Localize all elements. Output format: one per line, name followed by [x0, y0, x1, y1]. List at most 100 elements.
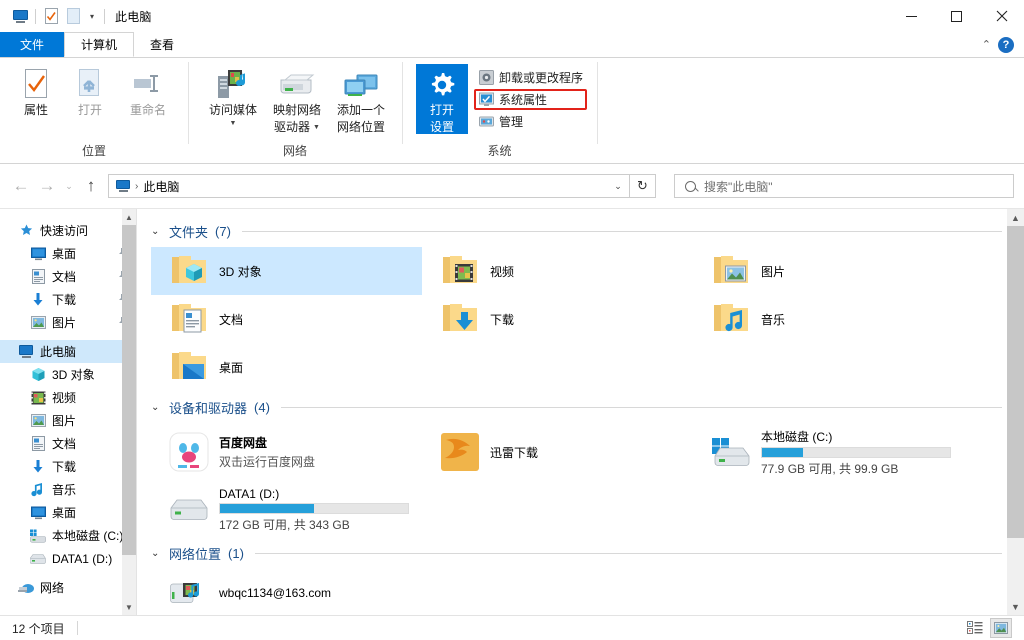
sidebar-item-downloads-qa[interactable]: 下载 — [0, 288, 136, 311]
list-item[interactable]: DATA1 (D:) 172 GB 可用, 共 343 GB — [151, 481, 422, 539]
uninstall-program-label: 卸载或更改程序 — [499, 71, 584, 85]
maximize-button[interactable] — [934, 0, 979, 32]
add-network-location-button[interactable]: 添加一个 网络位置 — [330, 64, 392, 134]
large-icons-view-button[interactable] — [990, 618, 1012, 638]
search-input[interactable]: 搜索"此电脑" — [674, 174, 1014, 198]
search-icon — [685, 180, 696, 192]
sidebar-item-data1-d[interactable]: DATA1 (D:) — [0, 547, 136, 570]
forward-button[interactable]: → — [34, 173, 60, 199]
list-item[interactable]: 本地磁盘 (C:) 77.9 GB 可用, 共 99.9 GB — [693, 423, 964, 481]
list-item[interactable]: 迅雷下载 — [422, 423, 693, 481]
list-item[interactable]: 音乐 — [693, 295, 964, 343]
chevron-down-icon[interactable]: ⌄ — [151, 226, 162, 237]
list-item[interactable]: 文档 — [151, 295, 422, 343]
sidebar-item-quick-access[interactable]: 快速访问 — [0, 219, 136, 242]
breadcrumb-current[interactable]: 此电脑 — [143, 178, 179, 195]
uninstall-program-button[interactable]: 卸载或更改程序 — [474, 67, 587, 88]
caption-buttons — [889, 0, 1024, 32]
sidebar-item-downloads[interactable]: 下载 — [0, 455, 136, 478]
system-commands-list: 卸载或更改程序 系统属性 管理 — [474, 64, 588, 132]
ribbon-group-network-label: 网络 — [282, 144, 307, 158]
group-header-network-locations[interactable]: ⌄ 网络位置 (1) — [151, 541, 1024, 565]
sidebar-scroll-track[interactable] — [122, 225, 136, 599]
list-item[interactable]: wbqc1134@163.com — [151, 569, 422, 615]
up-button[interactable]: ↑ — [78, 173, 104, 199]
group-count: (1) — [228, 545, 244, 561]
sidebar-item-desktop[interactable]: 桌面 — [0, 501, 136, 524]
chevron-down-icon[interactable]: ▼ — [230, 120, 237, 127]
open-icon — [76, 68, 104, 100]
sidebar-item-documents[interactable]: 文档 — [0, 432, 136, 455]
open-button[interactable]: 打开 — [64, 64, 116, 117]
content-scrollbar[interactable]: ▲ ▼ — [1007, 209, 1024, 615]
pictures-icon — [30, 413, 46, 429]
scroll-down-icon[interactable]: ▼ — [1007, 598, 1024, 615]
minimize-button[interactable] — [889, 0, 934, 32]
properties-icon[interactable] — [40, 5, 62, 27]
sidebar-item-documents-qa[interactable]: 文档 — [0, 265, 136, 288]
folder-music-icon — [711, 299, 751, 339]
view-toggle-group — [964, 618, 1024, 638]
refresh-button[interactable]: ↻ — [630, 174, 656, 198]
breadcrumb[interactable]: › 此电脑 ⌄ — [108, 174, 630, 198]
add-network-location-label-line1: 添加一个 — [336, 103, 385, 117]
map-network-drive-label-line2: 驱动器 — [274, 120, 311, 134]
sidebar-item-videos[interactable]: 视频 — [0, 386, 136, 409]
back-button[interactable]: ← — [8, 173, 34, 199]
sidebar-scroll-thumb[interactable] — [122, 225, 136, 555]
chevron-down-icon[interactable]: ▾ — [84, 5, 100, 27]
properties-button[interactable]: 属性 — [10, 64, 62, 117]
tab-file[interactable]: 文件 — [0, 32, 65, 57]
sidebar-item-label: 网络 — [40, 581, 65, 595]
sidebar-item-desktop-qa[interactable]: 桌面 — [0, 242, 136, 265]
list-item[interactable]: 桌面 — [151, 343, 422, 391]
manage-button[interactable]: 管理 — [474, 111, 587, 132]
list-item[interactable]: 3D 对象 — [151, 247, 422, 295]
sidebar-scrollbar[interactable]: ▲ ▼ — [122, 209, 136, 615]
content-scroll-thumb[interactable] — [1007, 226, 1024, 538]
chevron-down-icon[interactable]: ▼ — [313, 124, 320, 131]
explorer-body: 快速访问 桌面 文档 下载 图片 此电脑 3D 对象 视频 图片 文档 下载 音… — [0, 208, 1024, 615]
documents-icon — [30, 269, 46, 285]
help-icon[interactable]: ? — [998, 36, 1014, 53]
ribbon: 属性 打开 重命名 位置 访问媒体 ▼ 映射网络 驱动器 ▼ 添加一个 网络位置… — [0, 57, 1024, 164]
folder-videos-icon — [440, 251, 480, 291]
group-header-devices[interactable]: ⌄ 设备和驱动器 (4) — [151, 395, 1024, 419]
chevron-down-icon[interactable]: ⌄ — [151, 402, 162, 413]
sidebar-item-label: 桌面 — [52, 247, 77, 261]
open-settings-label-line1: 打开 — [429, 103, 454, 117]
system-properties-button[interactable]: 系统属性 — [474, 89, 588, 110]
new-folder-icon[interactable] — [62, 5, 84, 27]
access-media-button[interactable]: 访问媒体 ▼ — [202, 64, 264, 127]
sidebar-item-pictures-qa[interactable]: 图片 — [0, 311, 136, 334]
list-item[interactable]: 下载 — [422, 295, 693, 343]
sidebar-item-pictures[interactable]: 图片 — [0, 409, 136, 432]
scroll-up-icon[interactable]: ▲ — [122, 209, 136, 225]
sidebar-item-this-pc[interactable]: 此电脑 — [0, 340, 136, 363]
collapse-ribbon-icon[interactable]: ⌃ — [982, 38, 991, 51]
open-settings-button[interactable]: 打开 设置 — [416, 64, 468, 134]
scroll-down-icon[interactable]: ▼ — [122, 599, 136, 615]
sidebar-item-local-disk-c[interactable]: 本地磁盘 (C:) — [0, 524, 136, 547]
close-button[interactable] — [979, 0, 1024, 32]
tab-view[interactable]: 查看 — [134, 32, 190, 57]
sidebar-item-network[interactable]: 网络 — [0, 576, 136, 599]
map-network-drive-button[interactable]: 映射网络 驱动器 ▼ — [266, 64, 328, 134]
details-view-button[interactable] — [964, 618, 986, 638]
list-item[interactable]: 视频 — [422, 247, 693, 295]
content-scroll-track[interactable] — [1007, 226, 1024, 598]
list-item[interactable]: 百度网盘 双击运行百度网盘 — [151, 423, 422, 481]
pc-icon[interactable] — [9, 5, 31, 27]
sidebar-item-music[interactable]: 音乐 — [0, 478, 136, 501]
scroll-up-icon[interactable]: ▲ — [1007, 209, 1024, 226]
rename-button[interactable]: 重命名 — [118, 64, 178, 117]
recent-locations-button[interactable]: ⌄ — [60, 173, 78, 199]
desktop-icon — [30, 505, 46, 521]
chevron-down-icon[interactable]: ⌄ — [151, 548, 162, 559]
chevron-down-icon[interactable]: ⌄ — [607, 175, 629, 197]
group-header-folders[interactable]: ⌄ 文件夹 (7) — [151, 219, 1024, 243]
sidebar-item-label: 快速访问 — [40, 224, 89, 238]
list-item[interactable]: 图片 — [693, 247, 964, 295]
sidebar-item-3d-objects[interactable]: 3D 对象 — [0, 363, 136, 386]
tab-computer[interactable]: 计算机 — [64, 32, 135, 57]
